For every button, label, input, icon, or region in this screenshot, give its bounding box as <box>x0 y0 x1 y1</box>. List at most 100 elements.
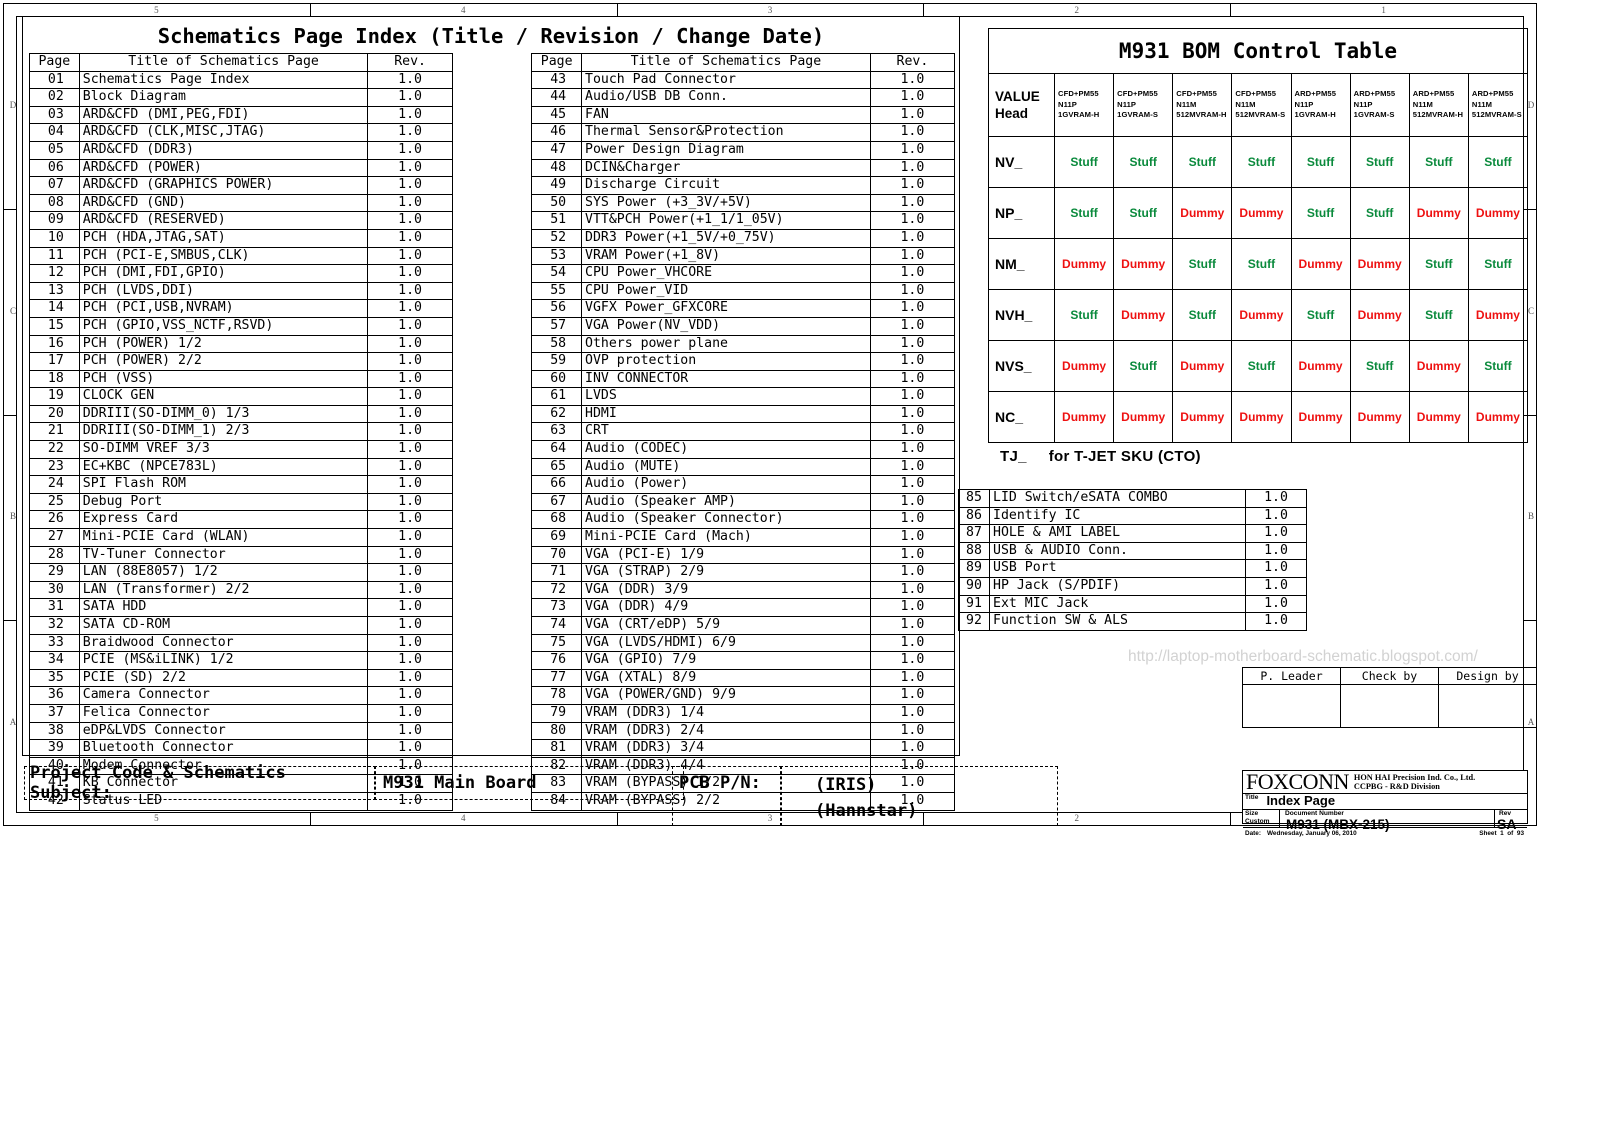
table-row[interactable]: 62 HDMI 1.0 <box>531 404 956 424</box>
table-row[interactable]: 71 VGA (STRAP) 2/9 1.0 <box>531 563 956 582</box>
table-row[interactable]: 37 Felica Connector 1.0 <box>29 703 453 723</box>
table-row[interactable]: 05 ARD&CFD (DDR3) 1.0 <box>29 140 453 160</box>
table-row[interactable]: 34 PCIE (MS&iLINK) 1/2 1.0 <box>29 651 453 670</box>
table-row[interactable]: 02 Block Diagram 1.0 <box>29 88 453 107</box>
table-row[interactable]: 72 VGA (DDR) 3/9 1.0 <box>531 580 956 600</box>
table-row[interactable]: 51 VTT&PCH Power(+1_1/1_05V) 1.0 <box>531 211 956 230</box>
approvals-signature-cell-0[interactable] <box>1242 684 1341 728</box>
table-row[interactable]: 09 ARD&CFD (RESERVED) 1.0 <box>29 211 453 230</box>
table-row[interactable]: 69 Mini-PCIE Card (Mach) 1.0 <box>531 528 956 547</box>
table-row[interactable]: 90 HP Jack (S/PDIF) 1.0 <box>958 576 1307 596</box>
table-row[interactable]: 66 Audio (Power) 1.0 <box>531 475 956 494</box>
approvals-signature-cell-1[interactable] <box>1340 684 1439 728</box>
table-row[interactable]: 55 CPU Power_VID 1.0 <box>531 281 956 301</box>
table-row[interactable]: 33 Braidwood Connector 1.0 <box>29 633 453 653</box>
table-row[interactable]: 87 HOLE & AMI LABEL 1.0 <box>958 524 1307 543</box>
table-row[interactable]: 19 CLOCK GEN 1.0 <box>29 387 453 406</box>
table-row[interactable]: 77 VGA (XTAL) 8/9 1.0 <box>531 668 956 688</box>
table-row[interactable]: 15 PCH (GPIO,VSS_NCTF,RSVD) 1.0 <box>29 316 453 336</box>
table-row[interactable]: 44 Audio/USB DB Conn. 1.0 <box>531 88 956 107</box>
project-code-value-box[interactable]: M931 Main Board <box>374 766 684 800</box>
table-row[interactable]: 06 ARD&CFD (POWER) 1.0 <box>29 158 453 178</box>
table-row[interactable]: 29 LAN (88E8057) 1/2 1.0 <box>29 563 453 582</box>
table-row[interactable]: 88 USB & AUDIO Conn. 1.0 <box>958 541 1307 561</box>
table-row[interactable]: 23 EC+KBC (NPCE783L) 1.0 <box>29 457 453 477</box>
table-row[interactable]: 01 Schematics Page Index 1.0 <box>29 70 453 90</box>
table-row[interactable]: 39 Bluetooth Connector 1.0 <box>29 739 453 758</box>
pcb-pn-value-box[interactable]: (IRIS) (Hannstar) <box>780 766 1058 826</box>
table-row[interactable]: 50 SYS Power (+3_3V/+5V) 1.0 <box>531 193 956 213</box>
table-row[interactable]: 52 DDR3 Power(+1_5V/+0_75V) 1.0 <box>531 228 956 248</box>
table-row[interactable]: 53 VRAM Power(+1_8V) 1.0 <box>531 246 956 266</box>
approvals-signature-cell-2[interactable] <box>1438 684 1537 728</box>
table-row[interactable]: 13 PCH (LVDS,DDI) 1.0 <box>29 281 453 301</box>
table-row[interactable]: 60 INV CONNECTOR 1.0 <box>531 369 956 389</box>
table-row[interactable]: 32 SATA CD-ROM 1.0 <box>29 616 453 635</box>
table-row[interactable]: 24 SPI Flash ROM 1.0 <box>29 475 453 494</box>
date-value: Wednesday, January 06, 2010 <box>1266 830 1357 837</box>
table-row[interactable]: 47 Power Design Diagram 1.0 <box>531 140 956 160</box>
table-row[interactable]: 14 PCH (PCI,USB,NVRAM) 1.0 <box>29 299 453 318</box>
table-row[interactable]: 27 Mini-PCIE Card (WLAN) 1.0 <box>29 528 453 547</box>
table-row[interactable]: 89 USB Port 1.0 <box>958 559 1307 578</box>
table-row[interactable]: 17 PCH (POWER) 2/2 1.0 <box>29 352 453 371</box>
table-row[interactable]: 75 VGA (LVDS/HDMI) 6/9 1.0 <box>531 633 956 653</box>
table-row[interactable]: 07 ARD&CFD (GRAPHICS POWER) 1.0 <box>29 176 453 195</box>
table-row[interactable]: 70 VGA (PCI-E) 1/9 1.0 <box>531 545 956 565</box>
table-row[interactable]: 22 SO-DIMM VREF 3/3 1.0 <box>29 440 453 459</box>
index-cell-page: 05 <box>29 140 80 160</box>
table-row[interactable]: 36 Camera Connector 1.0 <box>29 686 453 705</box>
table-row[interactable]: 80 VRAM (DDR3) 2/4 1.0 <box>531 721 956 741</box>
table-row[interactable]: 57 VGA Power(NV_VDD) 1.0 <box>531 316 956 336</box>
table-row[interactable]: 28 TV-Tuner Connector 1.0 <box>29 545 453 565</box>
table-row[interactable]: 68 Audio (Speaker Connector) 1.0 <box>531 510 956 530</box>
table-row[interactable]: 63 CRT 1.0 <box>531 422 956 442</box>
table-row[interactable]: 81 VRAM (DDR3) 3/4 1.0 <box>531 739 956 758</box>
table-row[interactable]: 35 PCIE (SD) 2/2 1.0 <box>29 668 453 688</box>
table-row[interactable]: 49 Discharge Circuit 1.0 <box>531 176 956 195</box>
table-row[interactable]: 67 Audio (Speaker AMP) 1.0 <box>531 492 956 512</box>
table-row[interactable]: 59 OVP protection 1.0 <box>531 352 956 371</box>
table-row[interactable]: 76 VGA (GPIO) 7/9 1.0 <box>531 651 956 670</box>
table-row[interactable]: 92 Function SW & ALS 1.0 <box>958 612 1307 631</box>
table-row[interactable]: 58 Others power plane 1.0 <box>531 334 956 354</box>
table-row[interactable]: 18 PCH (VSS) 1.0 <box>29 369 453 389</box>
table-row[interactable]: 65 Audio (MUTE) 1.0 <box>531 457 956 477</box>
index-cell-page: 24 <box>29 475 80 494</box>
table-row[interactable]: 25 Debug Port 1.0 <box>29 492 453 512</box>
table-row[interactable]: 26 Express Card 1.0 <box>29 510 453 530</box>
table-row[interactable]: 03 ARD&CFD (DMI,PEG,FDI) 1.0 <box>29 105 453 125</box>
bom-col-line2: N11M <box>1471 99 1493 109</box>
table-row[interactable]: 64 Audio (CODEC) 1.0 <box>531 440 956 459</box>
table-row[interactable]: 38 eDP&LVDS Connector 1.0 <box>29 721 453 741</box>
table-row[interactable]: 31 SATA HDD 1.0 <box>29 598 453 617</box>
table-row[interactable]: 20 DDRIII(SO-DIMM_0) 1/3 1.0 <box>29 404 453 424</box>
table-row[interactable]: 11 PCH (PCI-E,SMBUS,CLK) 1.0 <box>29 246 453 266</box>
index-cell-title: Others power plane <box>581 334 871 354</box>
table-row[interactable]: 46 Thermal Sensor&Protection 1.0 <box>531 123 956 142</box>
bom-cell-dummy: Dummy <box>1231 187 1292 239</box>
table-row[interactable]: 04 ARD&CFD (CLK,MISC,JTAG) 1.0 <box>29 123 453 142</box>
table-row[interactable]: 78 VGA (POWER/GND) 9/9 1.0 <box>531 686 956 705</box>
table-row[interactable]: 73 VGA (DDR) 4/9 1.0 <box>531 598 956 617</box>
table-row[interactable]: 30 LAN (Transformer) 2/2 1.0 <box>29 580 453 600</box>
table-row[interactable]: 56 VGFX Power_GFXCORE 1.0 <box>531 299 956 318</box>
table-row[interactable]: 43 Touch Pad Connector 1.0 <box>531 70 956 90</box>
table-row[interactable]: 79 VRAM (DDR3) 1/4 1.0 <box>531 703 956 723</box>
table-row[interactable]: 86 Identify IC 1.0 <box>958 506 1307 526</box>
table-row[interactable]: 48 DCIN&Charger 1.0 <box>531 158 956 178</box>
table-row[interactable]: 91 Ext MIC Jack 1.0 <box>958 594 1307 614</box>
bom-cell-dummy: Dummy <box>1290 238 1351 290</box>
index-cell-page: 32 <box>29 616 80 635</box>
index-cell-rev: 1.0 <box>869 158 956 178</box>
table-row[interactable]: 21 DDRIII(SO-DIMM_1) 2/3 1.0 <box>29 422 453 442</box>
table-row[interactable]: 74 VGA (CRT/eDP) 5/9 1.0 <box>531 616 956 635</box>
table-row[interactable]: 45 FAN 1.0 <box>531 105 956 125</box>
table-row[interactable]: 12 PCH (DMI,FDI,GPIO) 1.0 <box>29 264 453 283</box>
table-row[interactable]: 54 CPU Power_VHCORE 1.0 <box>531 264 956 283</box>
table-row[interactable]: 08 ARD&CFD (GND) 1.0 <box>29 193 453 213</box>
table-row[interactable]: 61 LVDS 1.0 <box>531 387 956 406</box>
table-row[interactable]: 16 PCH (POWER) 1/2 1.0 <box>29 334 453 354</box>
table-row[interactable]: 10 PCH (HDA,JTAG,SAT) 1.0 <box>29 228 453 248</box>
table-row[interactable]: 85 LID Switch/eSATA COMBO 1.0 <box>958 489 1307 508</box>
